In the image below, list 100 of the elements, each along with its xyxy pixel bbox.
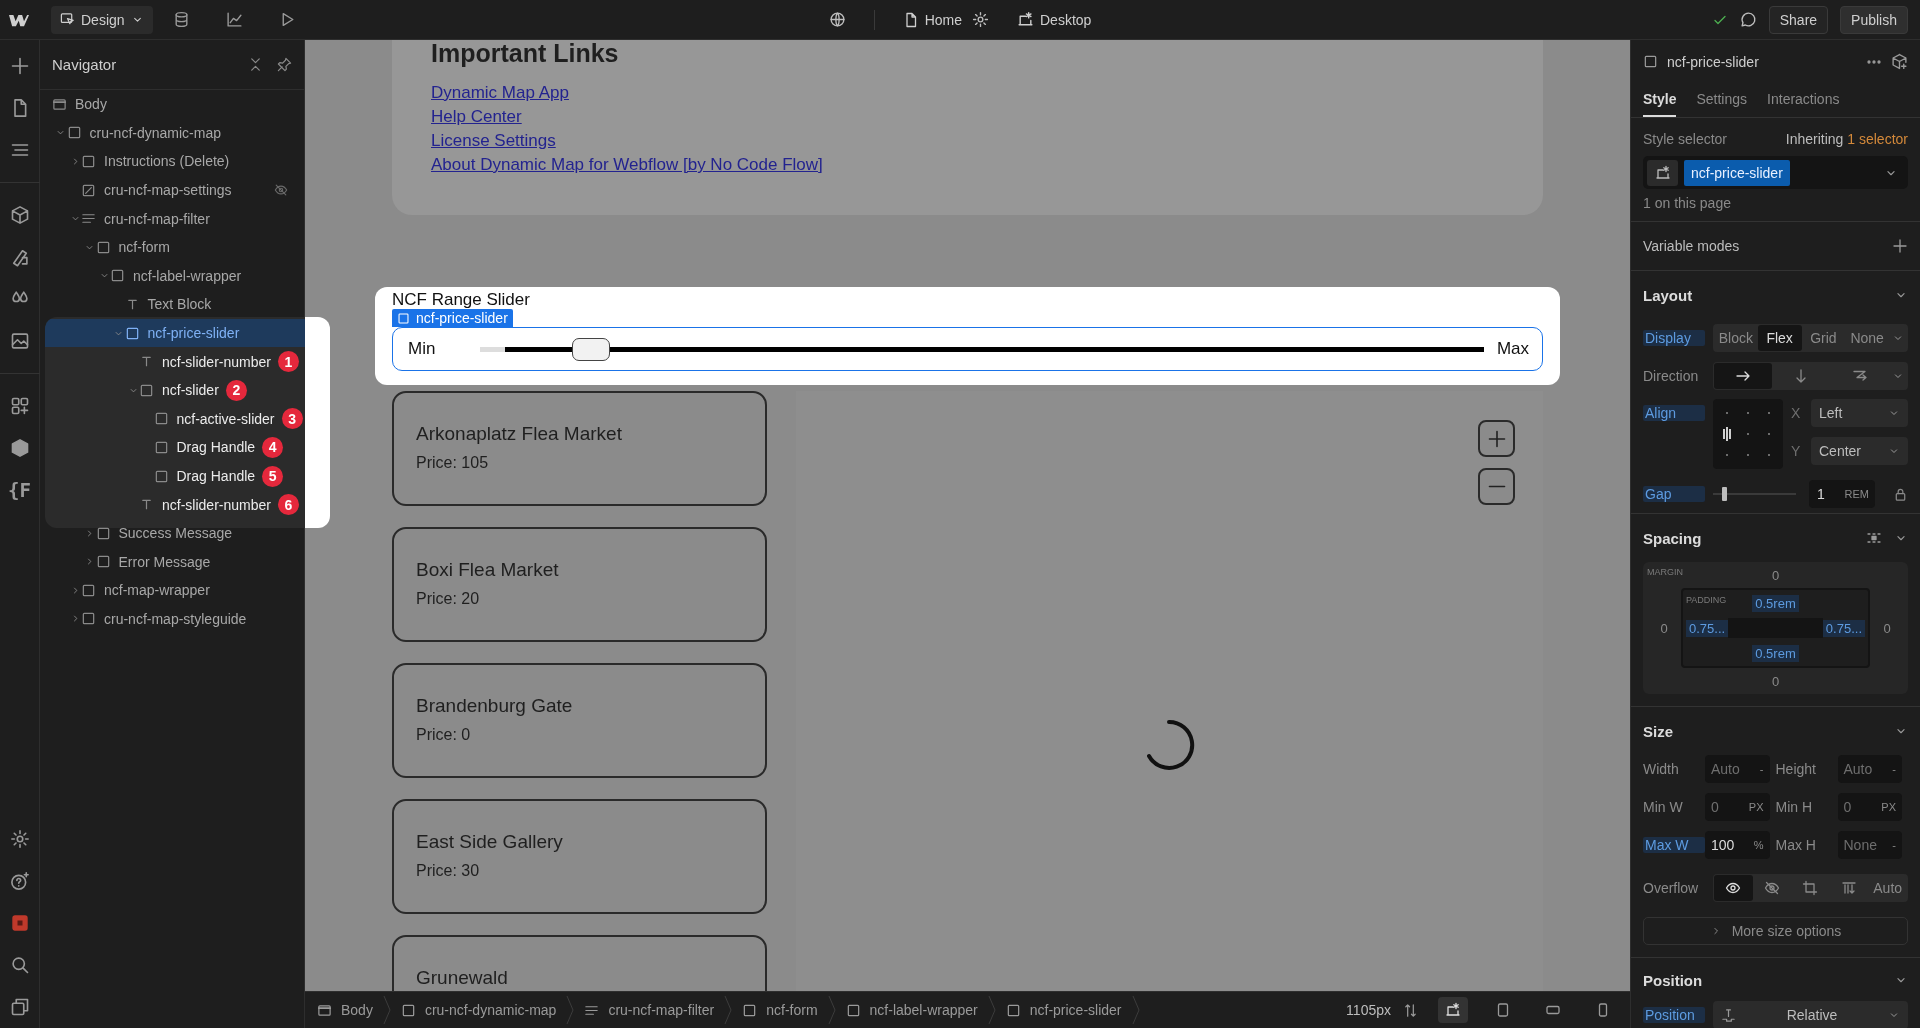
link[interactable]: License Settings <box>431 129 556 153</box>
eye-off-icon <box>1763 880 1780 896</box>
tree-item[interactable]: cru-ncf-map-filter <box>40 204 304 233</box>
tab[interactable]: Interactions <box>1767 91 1840 117</box>
breadcrumb-item[interactable]: ncf-label-wrapper <box>845 1002 978 1018</box>
tree-item[interactable]: Instructions (Delete) <box>40 147 304 176</box>
tree-item[interactable]: ncf-active-slider 3 <box>45 404 305 434</box>
tree-item[interactable]: ncf-map-wrapper <box>40 576 304 605</box>
tree-item[interactable]: ncf-form <box>40 232 304 262</box>
spacing-value[interactable]: 0 <box>1771 567 1780 583</box>
segment-option[interactable]: Grid <box>1801 325 1846 351</box>
spacing-value[interactable]: 0 <box>1771 673 1780 689</box>
tree-item[interactable]: cru-ncf-dynamic-map <box>40 118 304 148</box>
dropdown[interactable]: Center <box>1811 437 1908 465</box>
segment-option[interactable]: Auto <box>1868 875 1907 901</box>
publish-button[interactable]: Publish <box>1840 5 1908 34</box>
spacing-value[interactable]: 0.75... <box>1686 619 1729 637</box>
layers-icon[interactable] <box>9 997 30 1017</box>
add-icon[interactable] <box>9 56 30 76</box>
spacing-value[interactable]: 0 <box>1660 620 1668 636</box>
cube-icon[interactable] <box>9 205 30 225</box>
dropdown[interactable]: Relative <box>1713 1001 1908 1028</box>
chevron-separator <box>987 995 996 1025</box>
size-field[interactable]: 0 PX <box>1837 793 1902 821</box>
spacing-value[interactable]: 0.75... <box>1822 619 1865 637</box>
breadcrumb-item[interactable]: cru-ncf-dynamic-map <box>400 1002 557 1018</box>
tree-item[interactable]: Drag Handle 5 <box>45 461 305 491</box>
tree-item[interactable]: ncf-slider 2 <box>45 375 305 405</box>
dropdown[interactable]: Left <box>1811 399 1908 427</box>
size-field[interactable]: None - <box>1837 831 1902 859</box>
collapse-icon[interactable] <box>248 57 263 72</box>
tree-item[interactable]: ncf-price-slider <box>45 318 305 348</box>
apps-icon[interactable] <box>9 396 30 416</box>
zoom-out-button[interactable] <box>1478 468 1515 505</box>
size-field[interactable]: Auto - <box>1705 755 1770 783</box>
segment-option[interactable]: Flex <box>1757 325 1802 351</box>
hidden-icon[interactable] <box>274 183 288 198</box>
more-options-button[interactable]: More size options <box>1643 917 1908 945</box>
minus-icon <box>1486 485 1507 488</box>
tablet-icon <box>1495 1002 1511 1018</box>
tab[interactable]: Settings <box>1696 91 1748 117</box>
class-chip[interactable]: ncf-price-slider <box>1684 159 1790 186</box>
tree-item[interactable]: Drag Handle 4 <box>45 433 305 462</box>
number-field[interactable]: 1 REM <box>1809 480 1875 508</box>
breakpoint-button[interactable] <box>1438 997 1468 1023</box>
tree-item[interactable]: Error Message <box>40 547 304 577</box>
tree-item[interactable]: Success Message <box>40 518 304 548</box>
tree-item[interactable]: ncf-label-wrapper <box>40 261 304 291</box>
breadcrumb-item[interactable]: cru-ncf-map-filter <box>584 1002 715 1018</box>
link[interactable]: About Dynamic Map for Webflow [by No Code Flow] <box>431 153 823 177</box>
chart-icon[interactable] <box>225 11 243 28</box>
help-icon[interactable] <box>9 871 30 891</box>
share-button[interactable]: Share <box>1768 5 1829 34</box>
image-icon[interactable] <box>9 331 30 351</box>
resize-icon[interactable] <box>1403 1002 1418 1018</box>
component-icon[interactable] <box>1891 53 1908 70</box>
size-field[interactable]: 0 PX <box>1705 793 1770 821</box>
spacing-value[interactable]: 0.5rem <box>1752 644 1799 662</box>
slider-handle[interactable] <box>1721 487 1727 501</box>
segment-option[interactable]: None <box>1845 325 1889 351</box>
breadcrumb-item[interactable]: Body <box>317 1002 373 1018</box>
tree-item[interactable]: cru-ncf-map-settings <box>40 175 304 205</box>
page-selector[interactable]: Home <box>902 11 962 28</box>
tree-item[interactable]: Body <box>40 90 304 119</box>
database-icon[interactable] <box>172 11 190 28</box>
zoom-in-button[interactable] <box>1478 420 1515 457</box>
tree-item[interactable]: cru-ncf-map-styleguide <box>40 604 304 634</box>
cube-icon[interactable] <box>9 438 30 458</box>
overflow-option[interactable] <box>1714 875 1753 901</box>
settings-icon[interactable] <box>972 11 989 28</box>
breadcrumb-item[interactable]: ncf-price-slider <box>1005 1002 1122 1018</box>
comment-icon[interactable] <box>1739 11 1757 28</box>
variables-button[interactable]: {F <box>8 479 31 501</box>
spacing-icon[interactable] <box>1866 530 1882 546</box>
alignment-grid[interactable] <box>1713 399 1783 469</box>
size-field[interactable]: 100 % <box>1705 831 1770 859</box>
cursor-icon <box>60 12 75 27</box>
settings-icon[interactable] <box>9 829 30 849</box>
design-mode-button[interactable]: Design <box>51 5 153 34</box>
breadcrumb-item[interactable]: ncf-form <box>742 1002 818 1018</box>
tab[interactable]: Style <box>1643 91 1677 117</box>
stop-icon[interactable] <box>9 913 30 933</box>
tree-item[interactable]: ncf-slider-number 1 <box>45 347 305 376</box>
search-icon[interactable] <box>9 955 30 975</box>
tree-item[interactable]: Text Block <box>40 290 304 319</box>
lock-icon[interactable] <box>1893 486 1908 502</box>
pin-icon[interactable] <box>277 57 292 72</box>
spacing-value[interactable]: 0.5rem <box>1752 594 1799 612</box>
spacing-value[interactable]: 0 <box>1883 620 1891 636</box>
link[interactable]: Dynamic Map App <box>431 81 569 105</box>
selector-field[interactable]: ncf-price-slider <box>1643 156 1908 189</box>
breakpoint-selector[interactable]: Desktop <box>1017 11 1092 28</box>
link[interactable]: Help Center <box>431 105 522 129</box>
add-icon[interactable] <box>1892 238 1908 254</box>
segment-option[interactable]: Block <box>1714 325 1758 351</box>
globe-icon[interactable] <box>828 11 846 28</box>
size-field[interactable]: Auto - <box>1837 755 1902 783</box>
slider-handle[interactable] <box>571 337 610 361</box>
tree-item[interactable]: ncf-slider-number 6 <box>45 490 305 519</box>
direction-option[interactable] <box>1714 363 1773 389</box>
